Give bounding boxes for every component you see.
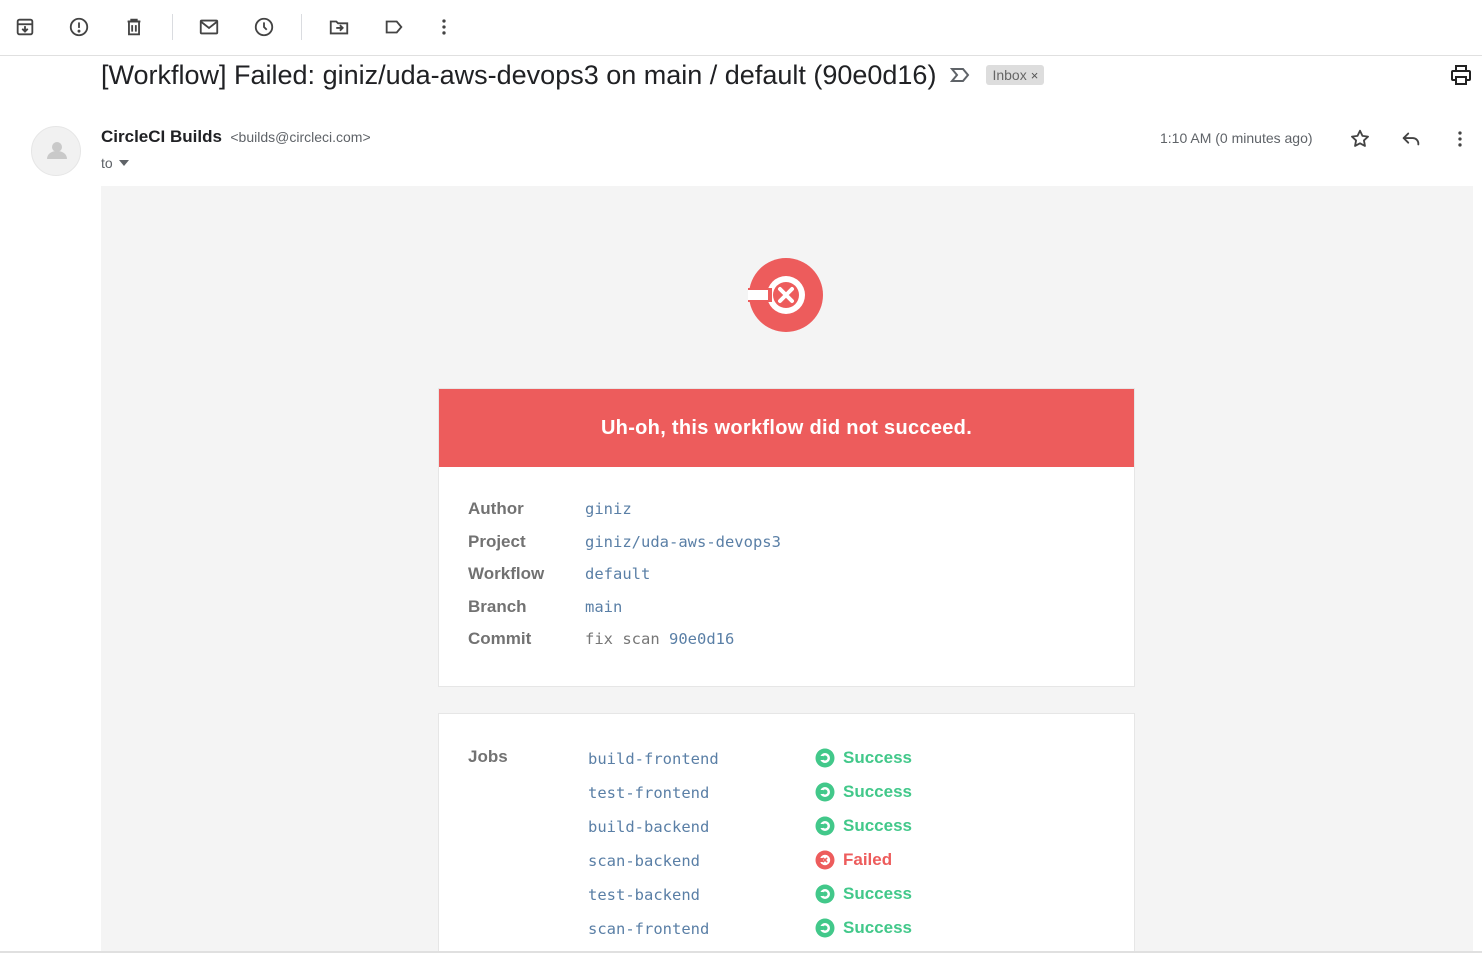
author-link[interactable]: giniz xyxy=(585,500,632,518)
job-status: Success xyxy=(815,816,912,836)
commit-message: fix scan xyxy=(585,630,669,648)
message-time: 1:10 AM (0 minutes ago) xyxy=(1160,130,1313,146)
to-label: to xyxy=(101,155,113,171)
label-icon[interactable] xyxy=(380,11,408,43)
job-name-link[interactable]: test-backend xyxy=(588,886,700,904)
job-status: Success xyxy=(815,782,912,802)
detail-label: Workflow xyxy=(468,564,545,583)
success-icon xyxy=(815,748,835,768)
branch-link[interactable]: main xyxy=(585,598,622,616)
job-name-link[interactable]: scan-frontend xyxy=(588,920,709,938)
star-icon[interactable] xyxy=(1346,125,1374,153)
job-name-link[interactable]: scan-backend xyxy=(588,852,700,870)
job-status: Success xyxy=(815,748,912,768)
job-status-label: Success xyxy=(843,918,912,937)
inbox-label-chip: Inbox × xyxy=(986,65,1045,85)
detail-row-commit: Commit fix scan 90e0d16 xyxy=(439,625,1134,658)
subject-text: [Workflow] Failed: giniz/uda-aws-devops3… xyxy=(101,59,937,90)
success-icon xyxy=(815,884,835,904)
chevron-down-icon xyxy=(118,160,129,166)
job-row: test-frontend Success xyxy=(439,778,1134,812)
success-icon xyxy=(815,918,835,938)
toolbar-divider xyxy=(172,14,173,40)
mark-unread-icon[interactable] xyxy=(195,11,223,43)
workflow-details: Author giniz Project giniz/uda-aws-devop… xyxy=(439,467,1134,658)
archive-icon[interactable] xyxy=(11,11,39,43)
recipients-toggle[interactable]: to xyxy=(101,155,129,171)
job-row: scan-backend Failed xyxy=(439,846,1134,880)
sender-email: <builds@circleci.com> xyxy=(230,129,371,145)
sender-name: CircleCI Builds xyxy=(101,127,222,146)
report-spam-icon[interactable] xyxy=(65,11,93,43)
importance-marker-icon[interactable] xyxy=(950,66,972,84)
remove-label-icon[interactable]: × xyxy=(1031,68,1039,83)
failure-banner: Uh-oh, this workflow did not succeed. xyxy=(439,389,1134,467)
inbox-label-text: Inbox xyxy=(992,67,1027,83)
job-row: build-frontend Success xyxy=(439,744,1134,778)
commit-value: fix scan 90e0d16 xyxy=(585,630,734,648)
print-icon[interactable] xyxy=(1447,62,1475,88)
sender-info: CircleCI Builds <builds@circleci.com> xyxy=(101,127,371,147)
detail-label: Author xyxy=(468,499,524,518)
success-icon xyxy=(815,816,835,836)
job-row: scan-frontend Success xyxy=(439,914,1134,948)
job-status-label: Success xyxy=(843,748,912,767)
job-name-link[interactable]: build-frontend xyxy=(588,750,719,768)
move-to-icon[interactable] xyxy=(325,11,353,43)
detail-row-author: Author giniz xyxy=(439,495,1134,528)
job-status: Failed xyxy=(815,850,892,870)
message-more-icon[interactable] xyxy=(1446,125,1474,153)
job-status-label: Success xyxy=(843,782,912,801)
job-row: build-backend Success xyxy=(439,812,1134,846)
workflow-link[interactable]: default xyxy=(585,565,650,583)
detail-label: Branch xyxy=(468,596,527,616)
reply-icon[interactable] xyxy=(1397,125,1425,153)
job-name-link[interactable]: build-backend xyxy=(588,818,709,836)
job-name-link[interactable]: test-frontend xyxy=(588,784,709,802)
failed-icon xyxy=(815,850,835,870)
circleci-failed-logo-icon xyxy=(748,257,824,333)
jobs-card: Jobs build-frontend Success test-frontend S… xyxy=(438,713,1135,953)
message-toolbar xyxy=(0,0,1482,56)
detail-row-workflow: Workflow default xyxy=(439,560,1134,593)
more-icon[interactable] xyxy=(430,11,458,43)
job-status-label: Success xyxy=(843,816,912,835)
job-status: Success xyxy=(815,918,912,938)
sender-avatar xyxy=(31,126,81,176)
workflow-summary-card: Uh-oh, this workflow did not succeed. Au… xyxy=(438,388,1135,687)
subject-line: [Workflow] Failed: giniz/uda-aws-devops3… xyxy=(101,57,1045,93)
project-link[interactable]: giniz/uda-aws-devops3 xyxy=(585,533,781,551)
job-status-label: Success xyxy=(843,884,912,903)
detail-row-branch: Branch main xyxy=(439,593,1134,626)
job-status: Success xyxy=(815,884,912,904)
job-status-label: Failed xyxy=(843,850,893,869)
success-icon xyxy=(815,782,835,802)
job-row: test-backend Success xyxy=(439,880,1134,914)
detail-row-project: Project giniz/uda-aws-devops3 xyxy=(439,528,1134,561)
detail-label: Commit xyxy=(468,629,532,648)
email-body: Uh-oh, this workflow did not succeed. Au… xyxy=(101,186,1473,953)
delete-icon[interactable] xyxy=(120,11,148,43)
commit-hash-link[interactable]: 90e0d16 xyxy=(669,630,734,648)
toolbar-divider xyxy=(301,14,302,40)
detail-label: Project xyxy=(468,531,526,551)
snooze-icon[interactable] xyxy=(250,11,278,43)
